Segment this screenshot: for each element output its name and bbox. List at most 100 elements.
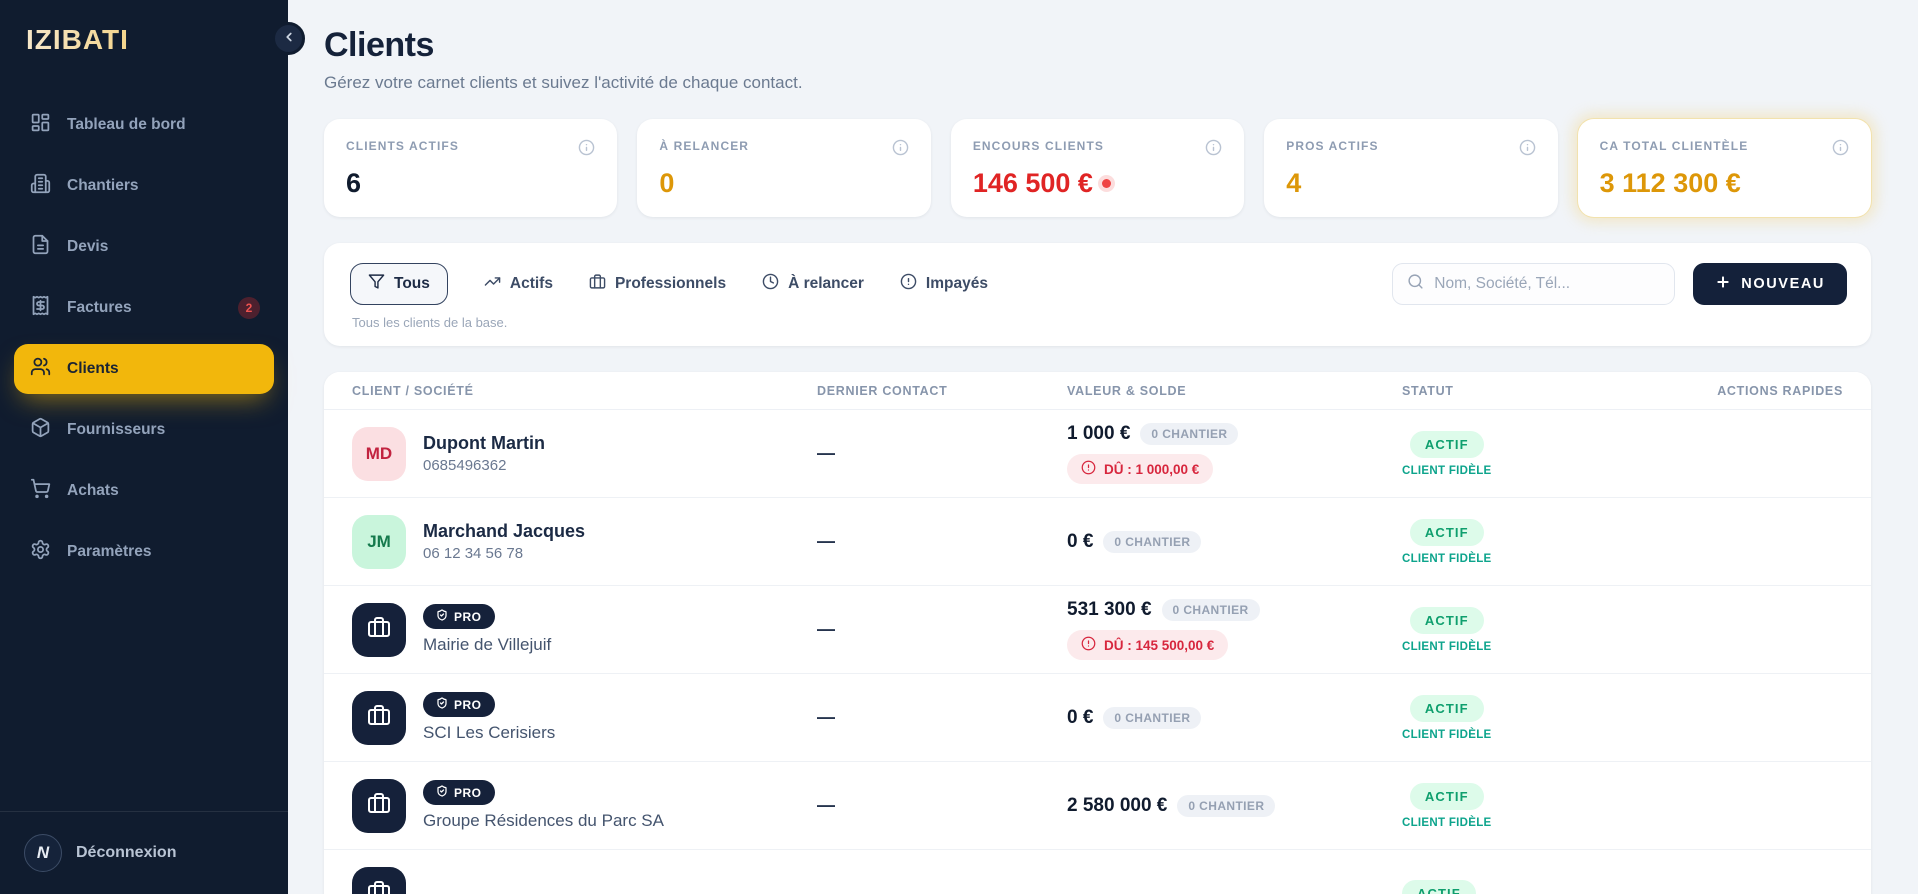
stat-label: CLIENTS ACTIFS (346, 139, 459, 153)
chantier-pill: 0 CHANTIER (1162, 599, 1260, 621)
sidebar-item-chantiers[interactable]: Chantiers (14, 161, 274, 211)
client-name: Marchand Jacques (423, 521, 585, 542)
app-root: IZIBATI Tableau de bord Chantiers Devis … (0, 0, 1918, 894)
stat-card-clients-actifs: CLIENTS ACTIFS 6 (324, 119, 617, 217)
sidebar-item-achats[interactable]: Achats (14, 466, 274, 516)
table-row[interactable]: ACTIF (324, 850, 1871, 894)
sidebar: IZIBATI Tableau de bord Chantiers Devis … (0, 0, 288, 894)
client-value: 0 € (1067, 707, 1093, 729)
last-contact: — (817, 707, 835, 727)
sidebar-item-tableau-de-bord[interactable]: Tableau de bord (14, 100, 274, 150)
sidebar-item-label: Clients (67, 360, 119, 378)
table-row[interactable]: PRO Groupe Résidences du Parc SA — 2 580… (324, 762, 1871, 850)
document-icon (30, 234, 51, 260)
filter-tab-actifs[interactable]: Actifs (484, 264, 553, 304)
main-content: Clients Gérez votre carnet clients et su… (288, 0, 1918, 894)
last-contact: — (817, 795, 835, 815)
chantier-pill: 0 CHANTIER (1103, 531, 1201, 553)
avatar: MD (352, 427, 406, 481)
due-pill: DÛ : 1 000,00 € (1067, 454, 1213, 484)
status-sub: CLIENT FIDÈLE (1402, 817, 1492, 829)
stat-card-ca-total: CA TOTAL CLIENTÈLE 3 112 300 € (1578, 119, 1871, 217)
status-badge: ACTIF (1402, 880, 1476, 894)
table-header: CLIENT / SOCIÉTÉ DERNIER CONTACT VALEUR … (324, 372, 1871, 410)
filter-tab-impayes[interactable]: Impayés (900, 264, 988, 304)
dashboard-icon (30, 112, 51, 138)
table-row[interactable]: PRO Mairie de Villejuif — 531 300 € 0 CH… (324, 586, 1871, 674)
briefcase-icon (589, 273, 606, 295)
new-client-button[interactable]: NOUVEAU (1693, 263, 1847, 305)
column-header: VALEUR & SOLDE (1067, 384, 1402, 398)
shield-check-icon (436, 609, 448, 624)
alert-circle-icon (1081, 460, 1096, 478)
client-value: 0 € (1067, 531, 1093, 553)
plus-icon (1715, 274, 1731, 294)
stat-card-pros-actifs: PROS ACTIFS 4 (1264, 119, 1557, 217)
client-phone: 06 12 34 56 78 (423, 545, 585, 562)
alert-circle-icon (900, 273, 917, 295)
info-icon[interactable] (892, 139, 909, 156)
filter-tab-tous[interactable]: Tous (350, 263, 448, 305)
search-input[interactable] (1434, 275, 1660, 293)
factures-badge: 2 (238, 297, 260, 319)
status-badge: ACTIF (1410, 695, 1484, 722)
filter-tabs: Tous Actifs Professionnels À relancer (350, 263, 988, 305)
info-icon[interactable] (578, 139, 595, 156)
info-icon[interactable] (1205, 139, 1222, 156)
table-row[interactable]: PRO SCI Les Cerisiers — 0 € 0 CHANTIER A… (324, 674, 1871, 762)
status-badge: ACTIF (1410, 783, 1484, 810)
company-name: Mairie de Villejuif (423, 635, 551, 655)
package-icon (30, 417, 51, 443)
status-badge: ACTIF (1410, 607, 1484, 634)
sidebar-item-label: Paramètres (67, 543, 151, 561)
sidebar-item-fournisseurs[interactable]: Fournisseurs (14, 405, 274, 455)
sidebar-item-devis[interactable]: Devis (14, 222, 274, 272)
briefcase-icon (367, 791, 391, 820)
page-title: Clients (324, 26, 1871, 65)
sidebar-collapse-button[interactable] (272, 22, 305, 55)
status-sub: CLIENT FIDÈLE (1402, 553, 1492, 565)
stat-label: CA TOTAL CLIENTÈLE (1600, 139, 1749, 153)
table-row[interactable]: JM Marchand Jacques 06 12 34 56 78 — 0 €… (324, 498, 1871, 586)
sidebar-item-factures[interactable]: Factures 2 (14, 283, 274, 333)
sidebar-menu: Tableau de bord Chantiers Devis Factures… (0, 100, 288, 577)
filter-bar: Tous Actifs Professionnels À relancer (324, 243, 1871, 346)
trending-up-icon (484, 273, 501, 295)
last-contact: — (817, 443, 835, 463)
column-header: STATUT (1402, 384, 1692, 398)
company-name: SCI Les Cerisiers (423, 723, 555, 743)
info-icon[interactable] (1832, 139, 1849, 156)
column-header: CLIENT / SOCIÉTÉ (352, 384, 817, 398)
client-name: Dupont Martin (423, 433, 545, 454)
company-name: Groupe Résidences du Parc SA (423, 811, 664, 831)
logout-label: Déconnexion (76, 844, 176, 862)
users-icon (30, 356, 51, 382)
status-sub: CLIENT FIDÈLE (1402, 729, 1492, 741)
pro-badge: PRO (423, 780, 495, 805)
client-value: 2 580 000 € (1067, 795, 1167, 817)
sidebar-item-parametres[interactable]: Paramètres (14, 527, 274, 577)
sidebar-item-label: Achats (67, 482, 119, 500)
logout-button[interactable]: N Déconnexion (24, 834, 264, 872)
stat-value: 3 112 300 € (1600, 168, 1849, 199)
sidebar-item-label: Devis (67, 238, 108, 256)
chantier-pill: 0 CHANTIER (1140, 423, 1238, 445)
table-row[interactable]: MD Dupont Martin 0685496362 — 1 000 € 0 … (324, 410, 1871, 498)
pro-avatar (352, 603, 406, 657)
stat-cards: CLIENTS ACTIFS 6 À RELANCER 0 ENCOURS CL… (324, 119, 1871, 217)
cart-icon (30, 478, 51, 504)
stat-card-a-relancer: À RELANCER 0 (637, 119, 930, 217)
pro-avatar (352, 691, 406, 745)
briefcase-icon (367, 879, 391, 894)
column-header: DERNIER CONTACT (817, 384, 1067, 398)
info-icon[interactable] (1519, 139, 1536, 156)
sidebar-item-clients[interactable]: Clients (14, 344, 274, 394)
stat-label: À RELANCER (659, 139, 749, 153)
search-box (1392, 263, 1675, 305)
briefcase-icon (367, 703, 391, 732)
column-header: ACTIONS RAPIDES (1692, 384, 1843, 398)
last-contact: — (817, 531, 835, 551)
briefcase-icon (367, 615, 391, 644)
filter-tab-professionnels[interactable]: Professionnels (589, 264, 726, 304)
filter-tab-a-relancer[interactable]: À relancer (762, 264, 864, 304)
